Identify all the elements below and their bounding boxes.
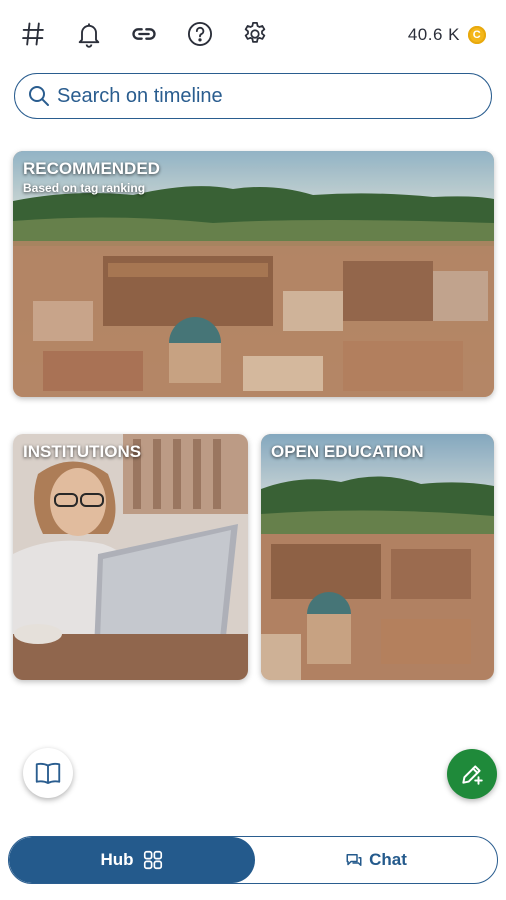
help-icon[interactable]	[184, 18, 216, 50]
bottom-tab-switch: Hub Chat	[8, 836, 498, 884]
city-aerial-image	[261, 434, 494, 680]
tab-chat[interactable]: Chat	[255, 837, 497, 883]
institutions-card[interactable]: INSTITUTIONS	[13, 434, 248, 680]
compose-post-button[interactable]	[447, 749, 497, 799]
search-icon	[29, 86, 49, 106]
edit-pencil-icon	[462, 765, 483, 785]
coin-icon: C	[468, 26, 486, 44]
book-icon	[35, 762, 61, 784]
token-balance[interactable]: 40.6 K C	[408, 24, 486, 46]
open-education-card[interactable]: OPEN EDUCATION	[261, 434, 494, 680]
search-input[interactable]	[57, 84, 457, 108]
settings-icon[interactable]	[239, 18, 271, 50]
recommended-title: RECOMMENDED	[23, 159, 160, 178]
tab-chat-label: Chat	[369, 850, 407, 869]
top-bar: 40.6 K C	[0, 0, 506, 70]
timeline-search-bar[interactable]	[14, 73, 492, 119]
app-screen: 40.6 K C Search on timeline RECOMMENDED …	[0, 0, 506, 900]
library-button[interactable]	[23, 748, 73, 798]
chat-bubble-icon	[346, 854, 362, 866]
recommended-card[interactable]: RECOMMENDED Based on tag ranking	[13, 151, 494, 397]
bell-icon[interactable]	[73, 18, 105, 50]
student-laptop-image	[13, 434, 248, 680]
open-education-title: OPEN EDUCATION	[271, 442, 424, 461]
link-icon[interactable]	[128, 18, 160, 50]
hashtag-icon[interactable]	[17, 18, 49, 50]
institutions-title: INSTITUTIONS	[23, 442, 142, 461]
tab-hub-label: Hub	[100, 850, 134, 869]
tab-hub[interactable]: Hub	[9, 837, 255, 883]
grid-icon	[143, 850, 162, 870]
balance-amount: 40.6 K	[407, 25, 460, 44]
recommended-subtitle: Based on tag ranking	[23, 181, 146, 195]
